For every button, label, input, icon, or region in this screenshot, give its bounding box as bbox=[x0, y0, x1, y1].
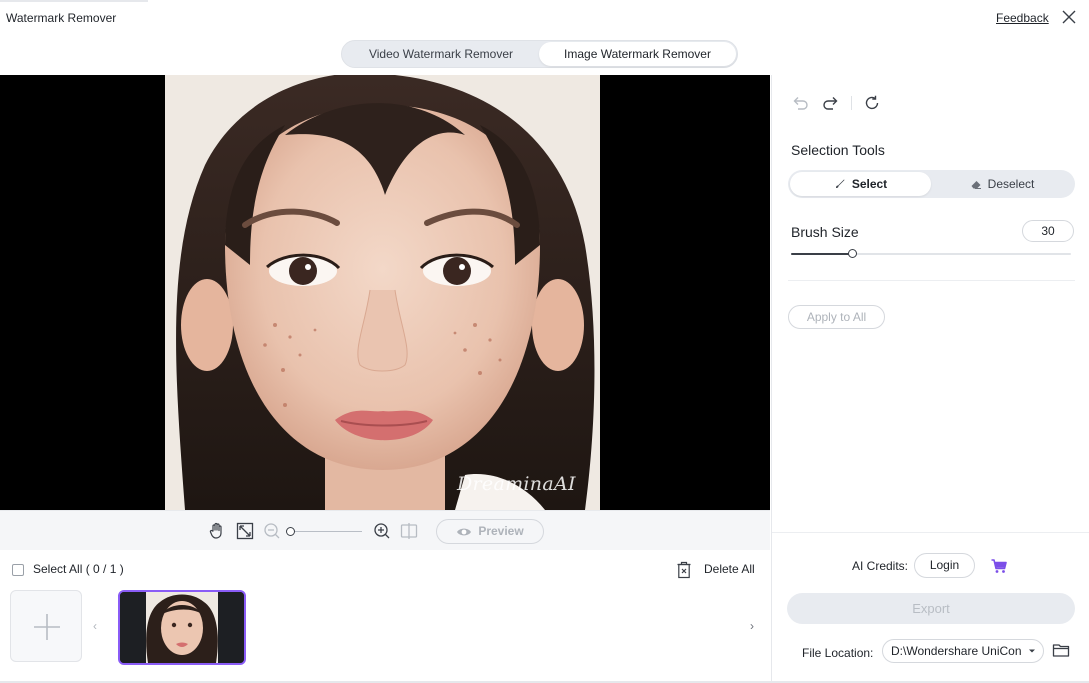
cart-icon[interactable] bbox=[990, 557, 1008, 575]
zoom-out-icon[interactable] bbox=[262, 521, 282, 541]
scroll-left-arrow[interactable]: ‹ bbox=[93, 619, 97, 633]
watermark-text: DreaminaAI bbox=[457, 473, 576, 495]
reset-icon[interactable] bbox=[863, 94, 881, 112]
brush-size-label: Brush Size bbox=[791, 224, 859, 240]
thumbnail-preview bbox=[120, 592, 244, 663]
trash-icon[interactable] bbox=[676, 561, 692, 579]
settings-panel: Selection Tools Select Deselect Brush Si… bbox=[771, 75, 1089, 683]
selection-tools-title: Selection Tools bbox=[791, 142, 885, 158]
panel-divider bbox=[788, 280, 1075, 281]
brush-size-handle[interactable] bbox=[848, 249, 858, 258]
app-title: Watermark Remover bbox=[6, 11, 117, 25]
plus-icon bbox=[34, 614, 60, 640]
selection-mode-switch: Select Deselect bbox=[788, 170, 1075, 198]
zoom-slider-track[interactable] bbox=[290, 531, 362, 532]
redo-icon[interactable] bbox=[822, 94, 840, 112]
select-all-checkbox[interactable] bbox=[12, 564, 24, 576]
feedback-link[interactable]: Feedback bbox=[996, 11, 1049, 25]
select-tool-button[interactable]: Select bbox=[790, 172, 931, 196]
zoom-in-icon[interactable] bbox=[372, 521, 392, 541]
brush-size-fill bbox=[791, 253, 853, 255]
apply-to-all-button[interactable]: Apply to All bbox=[788, 305, 885, 329]
zoom-toolbar: Preview bbox=[0, 510, 770, 550]
ai-credits-label: AI Credits: bbox=[852, 559, 909, 573]
eraser-icon bbox=[971, 181, 981, 189]
thumbnail-strip: Select All ( 0 / 1 ) Delete All ‹ › bbox=[0, 551, 770, 683]
hand-icon[interactable] bbox=[207, 521, 227, 541]
brush-size-value[interactable]: 30 bbox=[1022, 220, 1074, 242]
eye-icon bbox=[457, 528, 472, 536]
add-image-button[interactable] bbox=[10, 590, 82, 662]
image-canvas[interactable]: DreaminaAI bbox=[0, 75, 770, 510]
top-divider bbox=[0, 0, 148, 2]
folder-icon[interactable] bbox=[1052, 641, 1070, 659]
file-location-select[interactable]: D:\Wondershare UniCon bbox=[882, 639, 1044, 663]
tab-video-watermark-remover[interactable]: Video Watermark Remover bbox=[344, 42, 538, 66]
export-section: AI Credits: Login Export File Location: … bbox=[772, 532, 1089, 683]
compare-icon[interactable] bbox=[399, 521, 419, 541]
export-button[interactable]: Export bbox=[787, 593, 1075, 624]
fit-screen-icon[interactable] bbox=[235, 521, 255, 541]
zoom-slider-handle[interactable] bbox=[286, 527, 295, 536]
deselect-tool-button[interactable]: Deselect bbox=[931, 172, 1073, 196]
login-button[interactable]: Login bbox=[914, 553, 975, 578]
select-all-label[interactable]: Select All ( 0 / 1 ) bbox=[33, 562, 124, 576]
select-tool-label: Select bbox=[851, 177, 888, 191]
portrait-image: DreaminaAI bbox=[165, 75, 600, 510]
chevron-down-icon bbox=[1029, 649, 1035, 653]
image-thumbnail[interactable] bbox=[118, 590, 246, 665]
close-icon[interactable] bbox=[1060, 8, 1078, 26]
title-bar: Watermark Remover Feedback Video Waterma… bbox=[0, 0, 1089, 74]
preview-label: Preview bbox=[478, 524, 524, 538]
tab-image-watermark-remover[interactable]: Image Watermark Remover bbox=[539, 42, 736, 66]
delete-all-button[interactable]: Delete All bbox=[704, 562, 755, 576]
toolbar-separator bbox=[851, 96, 852, 110]
portrait-illustration bbox=[165, 75, 600, 510]
deselect-tool-label: Deselect bbox=[987, 177, 1035, 191]
scroll-right-arrow[interactable]: › bbox=[750, 619, 754, 633]
mode-switch: Video Watermark Remover Image Watermark … bbox=[341, 40, 738, 68]
file-location-label: File Location: bbox=[802, 646, 874, 660]
undo-icon[interactable] bbox=[791, 94, 809, 112]
brush-icon bbox=[835, 179, 845, 188]
preview-button[interactable]: Preview bbox=[436, 519, 544, 544]
